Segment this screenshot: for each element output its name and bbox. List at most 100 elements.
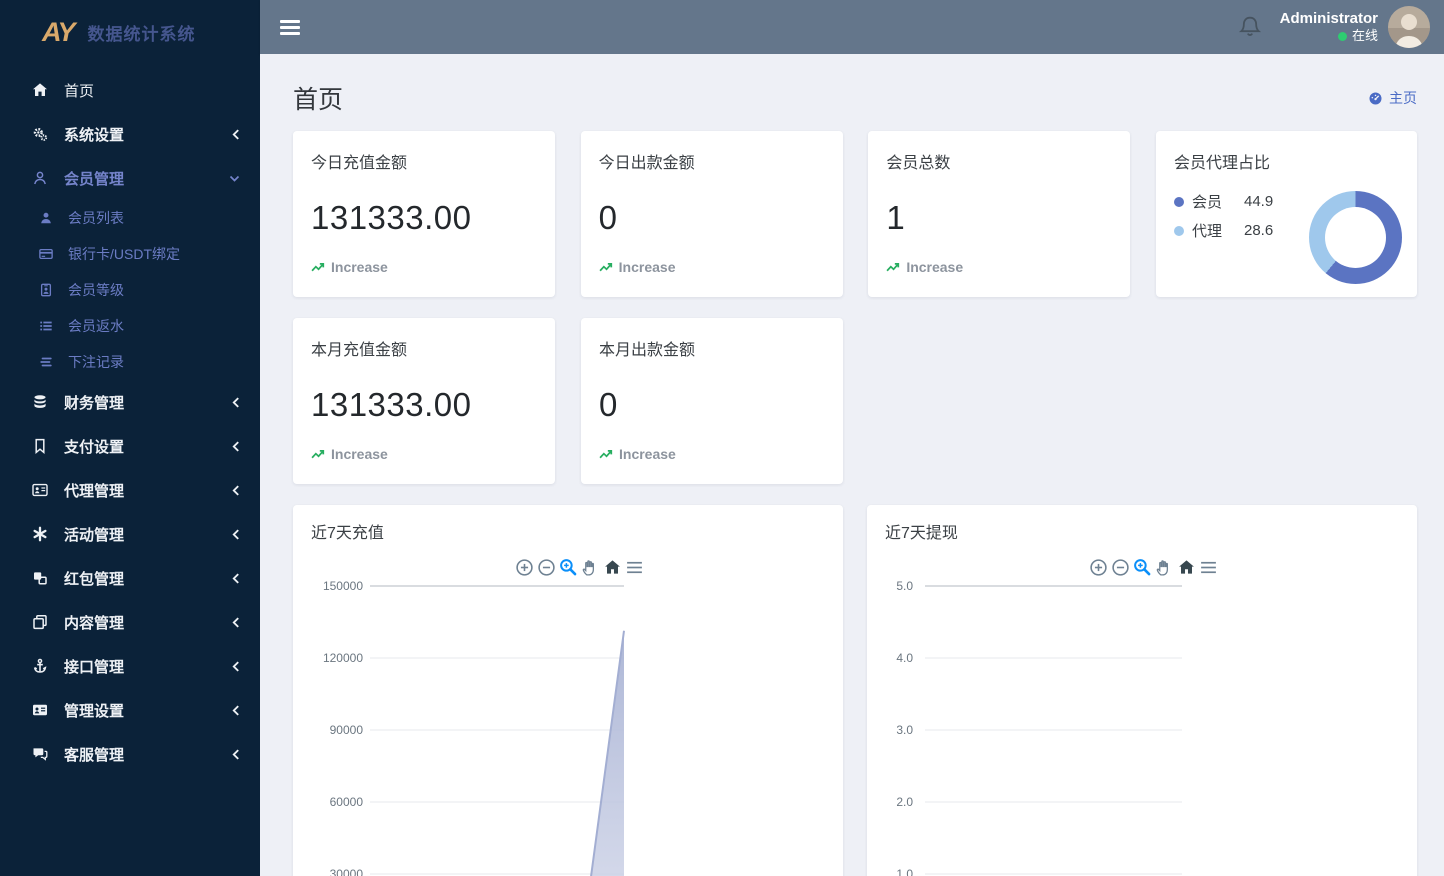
- sidebar-item[interactable]: 活动管理: [0, 512, 260, 556]
- online-status-dot: [1337, 31, 1347, 41]
- chevron-left-icon: [232, 556, 240, 600]
- sidebar-item[interactable]: 会员管理: [0, 156, 260, 200]
- sidebar-item-label: 活动管理: [64, 526, 125, 544]
- topbar: Administrator 在线: [260, 0, 1444, 54]
- reset-home-icon[interactable]: [1177, 557, 1196, 577]
- pan-hand-icon[interactable]: [1155, 557, 1174, 577]
- user-info[interactable]: Administrator 在线: [1280, 10, 1378, 44]
- sidebar-subitem[interactable]: 会员等级: [0, 272, 260, 308]
- stat-card-title: 今日出款金额: [598, 155, 695, 172]
- trending-up-icon: [311, 261, 325, 273]
- sidebar-item[interactable]: 红包管理: [0, 556, 260, 600]
- user-icon: [30, 170, 50, 186]
- user-name: Administrator: [1279, 10, 1378, 27]
- stat-card-today-deposit: 今日充值金额 131333.00 Increase: [293, 131, 555, 297]
- chevron-left-icon: [232, 468, 240, 512]
- zoom-in-icon[interactable]: [515, 557, 534, 577]
- svg-text:4.0: 4.0: [896, 651, 913, 665]
- stream-icon: [37, 355, 55, 369]
- chevron-left-icon: [232, 600, 240, 644]
- stat-card-title: 本月出款金额: [599, 342, 696, 359]
- zoom-out-icon[interactable]: [1111, 557, 1130, 577]
- svg-text:120000: 120000: [323, 651, 363, 665]
- chart-title: 近7天提现: [885, 525, 958, 542]
- withdraw-7day-chart-card: 5.0 4.0 3.0 2.0 1.0 近7天提现: [867, 505, 1417, 876]
- sidebar-subitem-label: 下注记录: [68, 354, 124, 370]
- selection-zoom-icon[interactable]: [559, 557, 578, 577]
- donut-chart: [1308, 191, 1402, 284]
- svg-text:150000: 150000: [323, 579, 363, 593]
- svg-text:5.0: 5.0: [896, 579, 913, 593]
- increase-label: Increase: [618, 259, 676, 275]
- zoom-out-icon[interactable]: [537, 557, 556, 577]
- pan-hand-icon[interactable]: [581, 557, 600, 577]
- list-icon: [37, 319, 55, 333]
- charts-row: 150000 120000 90000 60000 30000 近7天充值 5.0 4.0…: [293, 505, 1417, 876]
- anchor-icon: [30, 658, 50, 674]
- sidebar-subitem[interactable]: 银行卡/USDT绑定: [0, 236, 260, 272]
- increase-label: Increase: [331, 446, 388, 462]
- home-link-label: 主页: [1389, 90, 1417, 106]
- zoom-in-icon[interactable]: [1089, 557, 1108, 577]
- page-title: 首页: [293, 86, 344, 114]
- chevron-left-icon: [232, 688, 240, 732]
- donut-card-title: 会员代理占比: [1173, 155, 1270, 172]
- legend-dot: [1173, 196, 1184, 207]
- app-title: 数据统计系统: [87, 24, 196, 44]
- sidebar-item-label: 代理管理: [64, 482, 125, 500]
- stat-card-total-members: 会员总数 1 Increase: [868, 131, 1131, 297]
- menu-icon[interactable]: [1199, 557, 1218, 577]
- sidebar-item[interactable]: 首页: [0, 68, 260, 112]
- chevron-down-icon: [229, 156, 240, 200]
- svg-text:90000: 90000: [330, 723, 364, 737]
- stat-row-2: 本月充值金额 131333.00 Increase 本月出款金额 0 Incre…: [293, 318, 1417, 484]
- sidebar-subitem[interactable]: 会员返水: [0, 308, 260, 344]
- cubes-icon: [30, 570, 50, 586]
- menu-icon[interactable]: [625, 557, 644, 577]
- sidebar-item[interactable]: 内容管理: [0, 600, 260, 644]
- increase-label: Increase: [331, 259, 388, 275]
- sidebar-item[interactable]: 财务管理: [0, 380, 260, 424]
- sidebar-item-label: 客服管理: [64, 746, 125, 764]
- stat-card-value: 0: [599, 386, 618, 423]
- main-content: 首页 主页 今日充值金额 131333.00 Increase 今日出款金额 0…: [260, 54, 1444, 876]
- sidebar-item[interactable]: 客服管理: [0, 732, 260, 776]
- reset-home-icon[interactable]: [603, 557, 622, 577]
- sidebar-item[interactable]: 管理设置: [0, 688, 260, 732]
- online-status-label: 在线: [1351, 28, 1378, 43]
- trending-up-icon: [599, 261, 613, 273]
- sidebar-subitem[interactable]: 下注记录: [0, 344, 260, 380]
- sidebar-item[interactable]: 系统设置: [0, 112, 260, 156]
- chevron-left-icon: [232, 112, 240, 156]
- sidebar-item[interactable]: 代理管理: [0, 468, 260, 512]
- sidebar-subitem[interactable]: 会员列表: [0, 200, 260, 236]
- deposit-7day-chart-card: 150000 120000 90000 60000 30000 近7天充值: [293, 505, 843, 876]
- avatar[interactable]: [1388, 6, 1430, 48]
- database-icon: [30, 394, 50, 410]
- sidebar-item-label: 会员管理: [64, 170, 125, 188]
- sidebar-subitem-label: 银行卡/USDT绑定: [68, 246, 180, 262]
- sidebar-item-label: 首页: [64, 82, 95, 100]
- member-agent-ratio-card: 会员代理占比 会员 44.9 代理 28.6: [1155, 131, 1417, 297]
- page-header: 首页 主页: [293, 84, 1417, 114]
- sidebar-item-label: 支付设置: [64, 438, 125, 456]
- selection-zoom-icon[interactable]: [1133, 557, 1152, 577]
- trending-up-icon: [599, 448, 613, 460]
- sidebar-toggle-icon[interactable]: [280, 19, 300, 35]
- home-page-link[interactable]: 主页: [1368, 88, 1417, 108]
- sidebar-item[interactable]: 支付设置: [0, 424, 260, 468]
- stat-card-title: 今日充值金额: [311, 155, 408, 172]
- chevron-left-icon: [232, 380, 240, 424]
- topbar-right: Administrator 在线: [1238, 6, 1430, 48]
- comments-icon: [30, 746, 50, 762]
- svg-text:60000: 60000: [330, 795, 364, 809]
- notification-bell-icon[interactable]: [1238, 15, 1262, 39]
- sidebar-item-label: 系统设置: [64, 126, 125, 144]
- stat-card-title: 会员总数: [886, 155, 951, 172]
- sidebar-subitem-label: 会员列表: [68, 210, 124, 226]
- asterisk-icon: [30, 526, 50, 542]
- dashboard-icon: [1368, 91, 1383, 106]
- sidebar-item[interactable]: 接口管理: [0, 644, 260, 688]
- stat-card-title: 本月充值金额: [311, 342, 408, 359]
- stat-card-value: 0: [598, 199, 618, 236]
